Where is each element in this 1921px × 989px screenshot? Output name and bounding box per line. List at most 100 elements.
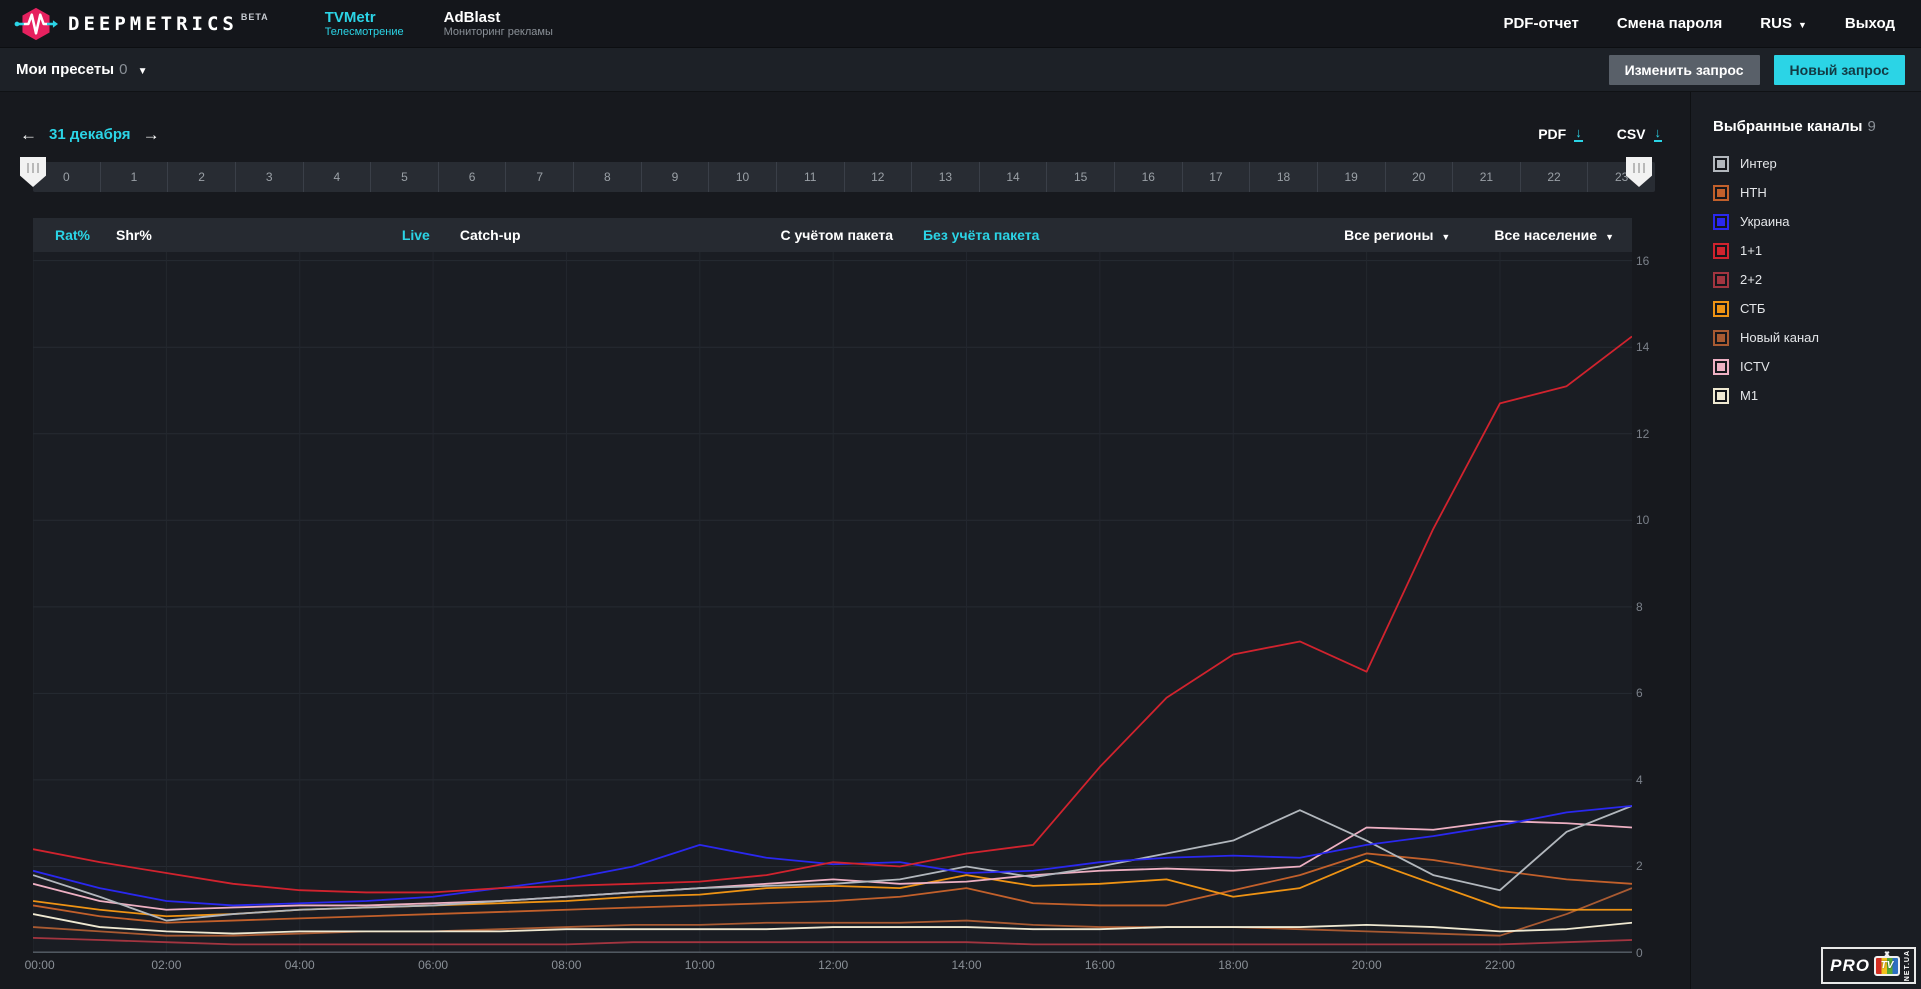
x-tick-label: 20:00 bbox=[1352, 958, 1382, 972]
download-icon: ↓ bbox=[1654, 126, 1663, 142]
x-tick-label: 12:00 bbox=[818, 958, 848, 972]
hour-cell-18[interactable]: 18 bbox=[1249, 162, 1317, 192]
hour-cell-7[interactable]: 7 bbox=[505, 162, 573, 192]
hour-scale: 01234567891011121314151617181920212223 bbox=[33, 162, 1655, 192]
app-header: DEEPMETRICSBETA TVMetr Телесмотрение AdB… bbox=[0, 0, 1921, 48]
hour-cell-11[interactable]: 11 bbox=[776, 162, 844, 192]
selected-date[interactable]: 31 декабря bbox=[49, 126, 131, 143]
hour-cell-13[interactable]: 13 bbox=[911, 162, 979, 192]
regions-dropdown[interactable]: Все регионы▼ bbox=[1344, 227, 1450, 243]
logout-link[interactable]: Выход bbox=[1845, 15, 1895, 32]
channel-item[interactable]: СТБ bbox=[1691, 294, 1921, 323]
channel-item[interactable]: Новый канал bbox=[1691, 323, 1921, 352]
population-dropdown[interactable]: Все население▼ bbox=[1494, 227, 1614, 243]
channel-item[interactable]: М1 bbox=[1691, 381, 1921, 410]
hour-cell-16[interactable]: 16 bbox=[1114, 162, 1182, 192]
channel-name: Новый канал bbox=[1740, 330, 1819, 345]
ratings-line-chart[interactable] bbox=[33, 252, 1632, 953]
hour-cell-3[interactable]: 3 bbox=[235, 162, 303, 192]
metric-shr-toggle[interactable]: Shr% bbox=[116, 227, 152, 243]
channel-checkbox[interactable] bbox=[1713, 243, 1729, 259]
hour-cell-19[interactable]: 19 bbox=[1317, 162, 1385, 192]
hour-cell-12[interactable]: 12 bbox=[844, 162, 912, 192]
channel-checkbox[interactable] bbox=[1713, 301, 1729, 317]
hour-cell-15[interactable]: 15 bbox=[1046, 162, 1114, 192]
channel-checkbox[interactable] bbox=[1713, 388, 1729, 404]
channel-item[interactable]: 1+1 bbox=[1691, 236, 1921, 265]
channel-checkbox[interactable] bbox=[1713, 156, 1729, 172]
grip-lines-icon bbox=[27, 163, 40, 173]
csv-export-button[interactable]: CSV ↓ bbox=[1617, 126, 1662, 142]
brand-logo[interactable]: DEEPMETRICSBETA bbox=[0, 4, 269, 44]
edit-query-button[interactable]: Изменить запрос bbox=[1609, 55, 1760, 85]
checkbox-fill bbox=[1717, 189, 1725, 197]
chevron-down-icon: ▼ bbox=[138, 66, 148, 77]
hour-cell-2[interactable]: 2 bbox=[167, 162, 235, 192]
date-navigation: ← 31 декабря → PDF ↓ CSV ↓ bbox=[20, 122, 1662, 146]
tv-icon: TV bbox=[1874, 956, 1900, 976]
channels-sidebar: Выбранные каналы9 ИнтерНТНУкраина1+12+2С… bbox=[1690, 92, 1921, 989]
hour-cell-22[interactable]: 22 bbox=[1520, 162, 1588, 192]
hour-cell-9[interactable]: 9 bbox=[641, 162, 709, 192]
channel-item[interactable]: Украина bbox=[1691, 207, 1921, 236]
channel-checkbox[interactable] bbox=[1713, 214, 1729, 230]
x-tick-label: 22:00 bbox=[1485, 958, 1515, 972]
channel-item[interactable]: Интер bbox=[1691, 149, 1921, 178]
nav-adblast[interactable]: AdBlast Мониторинг рекламы bbox=[444, 9, 553, 39]
checkbox-fill bbox=[1717, 305, 1725, 313]
pdf-export-button[interactable]: PDF ↓ bbox=[1538, 126, 1583, 142]
channel-checkbox[interactable] bbox=[1713, 185, 1729, 201]
metric-rat-toggle[interactable]: Rat% bbox=[55, 227, 90, 243]
channel-name: Интер bbox=[1740, 156, 1777, 171]
hour-cell-6[interactable]: 6 bbox=[438, 162, 506, 192]
series-line-2+2 bbox=[33, 938, 1632, 945]
checkbox-fill bbox=[1717, 218, 1725, 226]
change-password-link[interactable]: Смена пароля bbox=[1617, 15, 1722, 32]
hour-cell-4[interactable]: 4 bbox=[303, 162, 371, 192]
export-links: PDF ↓ CSV ↓ bbox=[1538, 126, 1662, 142]
channel-list: Интер НТН Украина 1+12+2 СТБ Новый канал ICTVМ… bbox=[1691, 149, 1921, 410]
checkbox-fill bbox=[1717, 247, 1725, 255]
hour-cell-14[interactable]: 14 bbox=[979, 162, 1047, 192]
x-tick-label: 00:00 bbox=[25, 958, 55, 972]
hour-cell-1[interactable]: 1 bbox=[100, 162, 168, 192]
y-tick-label: 16 bbox=[1636, 254, 1649, 268]
hour-cell-20[interactable]: 20 bbox=[1385, 162, 1453, 192]
checkbox-fill bbox=[1717, 392, 1725, 400]
with-package-toggle[interactable]: С учётом пакета bbox=[781, 227, 893, 243]
y-tick-label: 10 bbox=[1636, 513, 1649, 527]
beta-badge: BETA bbox=[241, 12, 269, 22]
hour-cell-8[interactable]: 8 bbox=[573, 162, 641, 192]
chevron-down-icon: ▼ bbox=[1798, 20, 1807, 30]
hour-cell-10[interactable]: 10 bbox=[708, 162, 776, 192]
nav-tvmetr[interactable]: TVMetr Телесмотрение bbox=[325, 9, 404, 39]
language-selector[interactable]: RUS▼ bbox=[1760, 15, 1807, 32]
next-day-button[interactable]: → bbox=[143, 126, 160, 143]
live-toggle[interactable]: Live bbox=[402, 227, 430, 243]
y-tick-label: 4 bbox=[1636, 773, 1643, 787]
channel-name: СТБ bbox=[1740, 301, 1765, 316]
channel-checkbox[interactable] bbox=[1713, 330, 1729, 346]
channel-checkbox[interactable] bbox=[1713, 272, 1729, 288]
channel-checkbox[interactable] bbox=[1713, 359, 1729, 375]
prev-day-button[interactable]: ← bbox=[20, 126, 37, 143]
channel-item[interactable]: НТН bbox=[1691, 178, 1921, 207]
download-icon: ↓ bbox=[1574, 126, 1583, 142]
grip-lines-icon bbox=[1633, 163, 1646, 173]
hour-cell-17[interactable]: 17 bbox=[1182, 162, 1250, 192]
x-axis-labels: 00:0002:0004:0006:0008:0010:0012:0014:00… bbox=[33, 958, 1632, 976]
pdf-report-link[interactable]: PDF-отчет bbox=[1503, 15, 1578, 32]
new-query-button[interactable]: Новый запрос bbox=[1774, 55, 1905, 85]
without-package-toggle[interactable]: Без учёта пакета bbox=[923, 227, 1039, 243]
channel-item[interactable]: 2+2 bbox=[1691, 265, 1921, 294]
channel-name: Украина bbox=[1740, 214, 1790, 229]
y-tick-label: 0 bbox=[1636, 946, 1643, 960]
hour-range-slider: 01234567891011121314151617181920212223 bbox=[33, 162, 1655, 192]
hour-cell-21[interactable]: 21 bbox=[1452, 162, 1520, 192]
hour-cell-5[interactable]: 5 bbox=[370, 162, 438, 192]
deepmetrics-logo-icon bbox=[14, 4, 58, 44]
my-presets-dropdown[interactable]: Мои пресеты0 ▼ bbox=[16, 61, 147, 78]
channel-item[interactable]: ICTV bbox=[1691, 352, 1921, 381]
y-tick-label: 2 bbox=[1636, 859, 1643, 873]
catchup-toggle[interactable]: Catch-up bbox=[460, 227, 521, 243]
